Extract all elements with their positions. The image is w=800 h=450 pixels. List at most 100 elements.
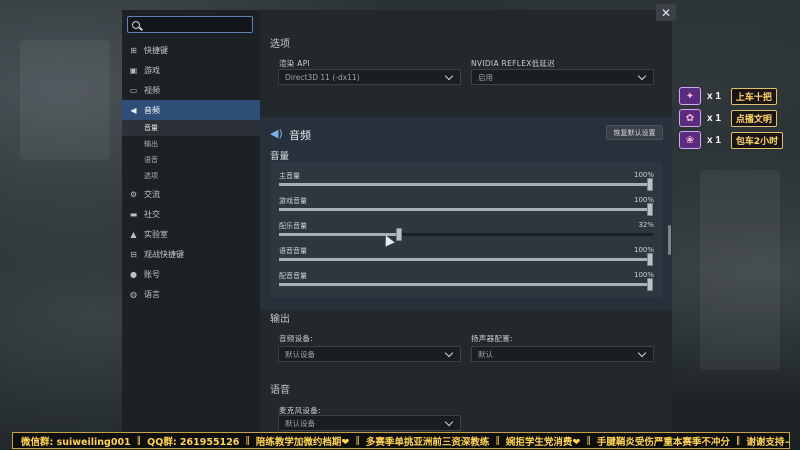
sidebar-item-label: 账号 bbox=[144, 269, 160, 279]
search-input[interactable] bbox=[145, 19, 245, 30]
slider-fill bbox=[279, 208, 653, 211]
slider-fill bbox=[279, 183, 653, 186]
master-volume-row: 主音量 100% bbox=[270, 168, 662, 193]
chevron-down-icon bbox=[637, 348, 647, 358]
content-scrollbar[interactable] bbox=[668, 225, 671, 255]
reflex-select[interactable]: 启用 bbox=[471, 69, 654, 85]
sidebar-item-label: 快捷键 bbox=[144, 45, 168, 55]
reset-defaults-button[interactable]: 恢复默认设置 bbox=[606, 125, 663, 140]
sitemap-icon: ⊞ bbox=[130, 45, 137, 55]
slider-fill bbox=[279, 283, 653, 286]
sidebar-item-social[interactable]: ▬ 社交 bbox=[122, 204, 260, 224]
game-icon: ▣ bbox=[129, 65, 138, 75]
microphone-select[interactable]: 默认设备 bbox=[278, 415, 461, 431]
slider-thumb[interactable] bbox=[647, 253, 653, 266]
slider-track[interactable] bbox=[279, 278, 653, 291]
sidebar-item-label: 交流 bbox=[144, 189, 160, 199]
ticker-item: 微信群: suiweiling001 bbox=[21, 436, 131, 448]
sidebar-item-label: 语言 bbox=[144, 289, 160, 299]
audio-panel: ◀) 音频 恢复默认设置 音量 主音量 100% 游戏音量 100% 配乐音量 … bbox=[260, 117, 672, 310]
slider-label: 配乐音量 bbox=[279, 222, 307, 230]
speaker-config-select[interactable]: 默认 bbox=[471, 346, 654, 362]
sidebar-item-audio[interactable]: ◀ 音频 bbox=[122, 100, 260, 120]
gift-entry: ✿ x 1 点播文明 bbox=[679, 109, 777, 127]
ticker-item: 谢谢支持~❤ bbox=[746, 436, 789, 448]
slider-thumb[interactable] bbox=[647, 178, 653, 191]
sidebar-subitem-output[interactable]: 输出 bbox=[122, 136, 260, 152]
stream-ticker: 微信群: suiweiling001 ‖ QQ群: 261955126 ‖ 陪练… bbox=[12, 432, 790, 449]
globe-icon: ◍ bbox=[130, 289, 137, 299]
ticker-separator: ‖ bbox=[586, 435, 591, 446]
gift-name: 包车2小时 bbox=[730, 131, 784, 149]
sidebar-subitem-options[interactable]: 选项 bbox=[122, 168, 260, 184]
volume-section-title: 音量 bbox=[270, 151, 290, 162]
reflex-label: NVIDIA REFLEX低延迟 bbox=[471, 59, 556, 68]
slider-thumb[interactable] bbox=[395, 228, 402, 241]
slider-label: 游戏音量 bbox=[279, 197, 307, 205]
slider-thumb[interactable] bbox=[647, 203, 653, 216]
ticker-item: 多赛季单挑亚洲前三资深教练 bbox=[365, 436, 490, 448]
sidebar-subitem-volume[interactable]: 音量 bbox=[122, 120, 260, 136]
sidebar-item-video[interactable]: ▭ 视频 bbox=[122, 80, 260, 100]
search-icon bbox=[132, 20, 140, 29]
gift-entry: ✦ x 1 上车十把 bbox=[679, 87, 777, 105]
ticker-item: 陪练教学加微约档期❤ bbox=[255, 436, 350, 448]
dub-volume-row: 配音音量 100% bbox=[270, 268, 662, 293]
ticker-item: 手腱鞘炎受伤严重本赛季不冲分 bbox=[596, 436, 730, 448]
sidebar-subitem-voice[interactable]: 语音 bbox=[122, 152, 260, 168]
gear-icon: ⚙ bbox=[129, 189, 138, 199]
sidebar-item-label: 实验室 bbox=[144, 229, 168, 239]
slider-track[interactable] bbox=[279, 253, 653, 266]
slider-thumb[interactable] bbox=[647, 278, 653, 291]
chevron-down-icon bbox=[444, 71, 454, 81]
microphone-value: 默认设备 bbox=[285, 418, 315, 428]
audio-device-select[interactable]: 默认设备 bbox=[278, 346, 461, 362]
audio-device-value: 默认设备 bbox=[285, 349, 315, 359]
slider-track[interactable] bbox=[279, 228, 653, 241]
gift-name: 上车十把 bbox=[730, 87, 777, 105]
chat-icon: ▬ bbox=[129, 209, 138, 219]
search-field[interactable] bbox=[127, 16, 253, 33]
gift-count: x 1 bbox=[707, 112, 721, 124]
sidebar-item-label: 视频 bbox=[144, 85, 160, 95]
slider-label: 主音量 bbox=[279, 172, 300, 180]
sidebar-item-lab[interactable]: ▲ 实验室 bbox=[122, 224, 260, 244]
ticker-item: 婉拒学生党消费❤ bbox=[505, 436, 581, 448]
slider-track[interactable] bbox=[279, 203, 653, 216]
gift-count: x 1 bbox=[707, 134, 721, 146]
slider-fill bbox=[279, 258, 653, 261]
close-button[interactable]: ✕ bbox=[656, 4, 676, 21]
sidebar-item-game[interactable]: ▣ 游戏 bbox=[122, 60, 260, 80]
monitor-icon: ▭ bbox=[129, 85, 138, 95]
output-section-title: 输出 bbox=[270, 314, 290, 325]
gift-icon: ✦ bbox=[679, 87, 701, 105]
sidebar-item-label: 游戏 bbox=[144, 65, 160, 75]
gift-icon: ✿ bbox=[679, 109, 701, 127]
sidebar-item-account[interactable]: ● 账号 bbox=[122, 264, 260, 284]
slider-label: 语音音量 bbox=[279, 247, 307, 255]
render-api-label: 渲染 API bbox=[279, 59, 311, 68]
gift-icon: ❀ bbox=[679, 131, 701, 149]
voice-volume-row: 语音音量 100% bbox=[270, 243, 662, 268]
audio-device-label: 音频设备: bbox=[279, 334, 314, 343]
ticker-separator: ‖ bbox=[245, 435, 250, 446]
chevron-down-icon bbox=[637, 71, 647, 81]
background-decoration bbox=[700, 170, 780, 370]
speaker-config-label: 扬声器配置: bbox=[471, 334, 513, 343]
game-volume-row: 游戏音量 100% bbox=[270, 193, 662, 218]
slider-track[interactable] bbox=[279, 178, 653, 191]
options-section-title: 选项 bbox=[270, 39, 290, 50]
slider-value: 32% bbox=[638, 221, 654, 229]
sidebar-item-language[interactable]: ◍ 语言 bbox=[122, 284, 260, 304]
sidebar-item-spectator-hotkeys[interactable]: ⊟ 观战快捷键 bbox=[122, 244, 260, 264]
sidebar-item-label: 观战快捷键 bbox=[144, 249, 184, 259]
sidebar-item-hotkeys[interactable]: ⊞ 快捷键 bbox=[122, 40, 260, 60]
gift-name: 点播文明 bbox=[730, 109, 777, 127]
gift-count: x 1 bbox=[707, 90, 721, 102]
render-api-value: Direct3D 11 (-dx11) bbox=[285, 72, 360, 82]
render-api-select[interactable]: Direct3D 11 (-dx11) bbox=[278, 69, 461, 85]
grid-icon: ⊟ bbox=[130, 249, 137, 259]
sidebar-item-communication[interactable]: ⚙ 交流 bbox=[122, 184, 260, 204]
chevron-down-icon bbox=[444, 348, 454, 358]
ticker-separator: ‖ bbox=[735, 435, 741, 446]
